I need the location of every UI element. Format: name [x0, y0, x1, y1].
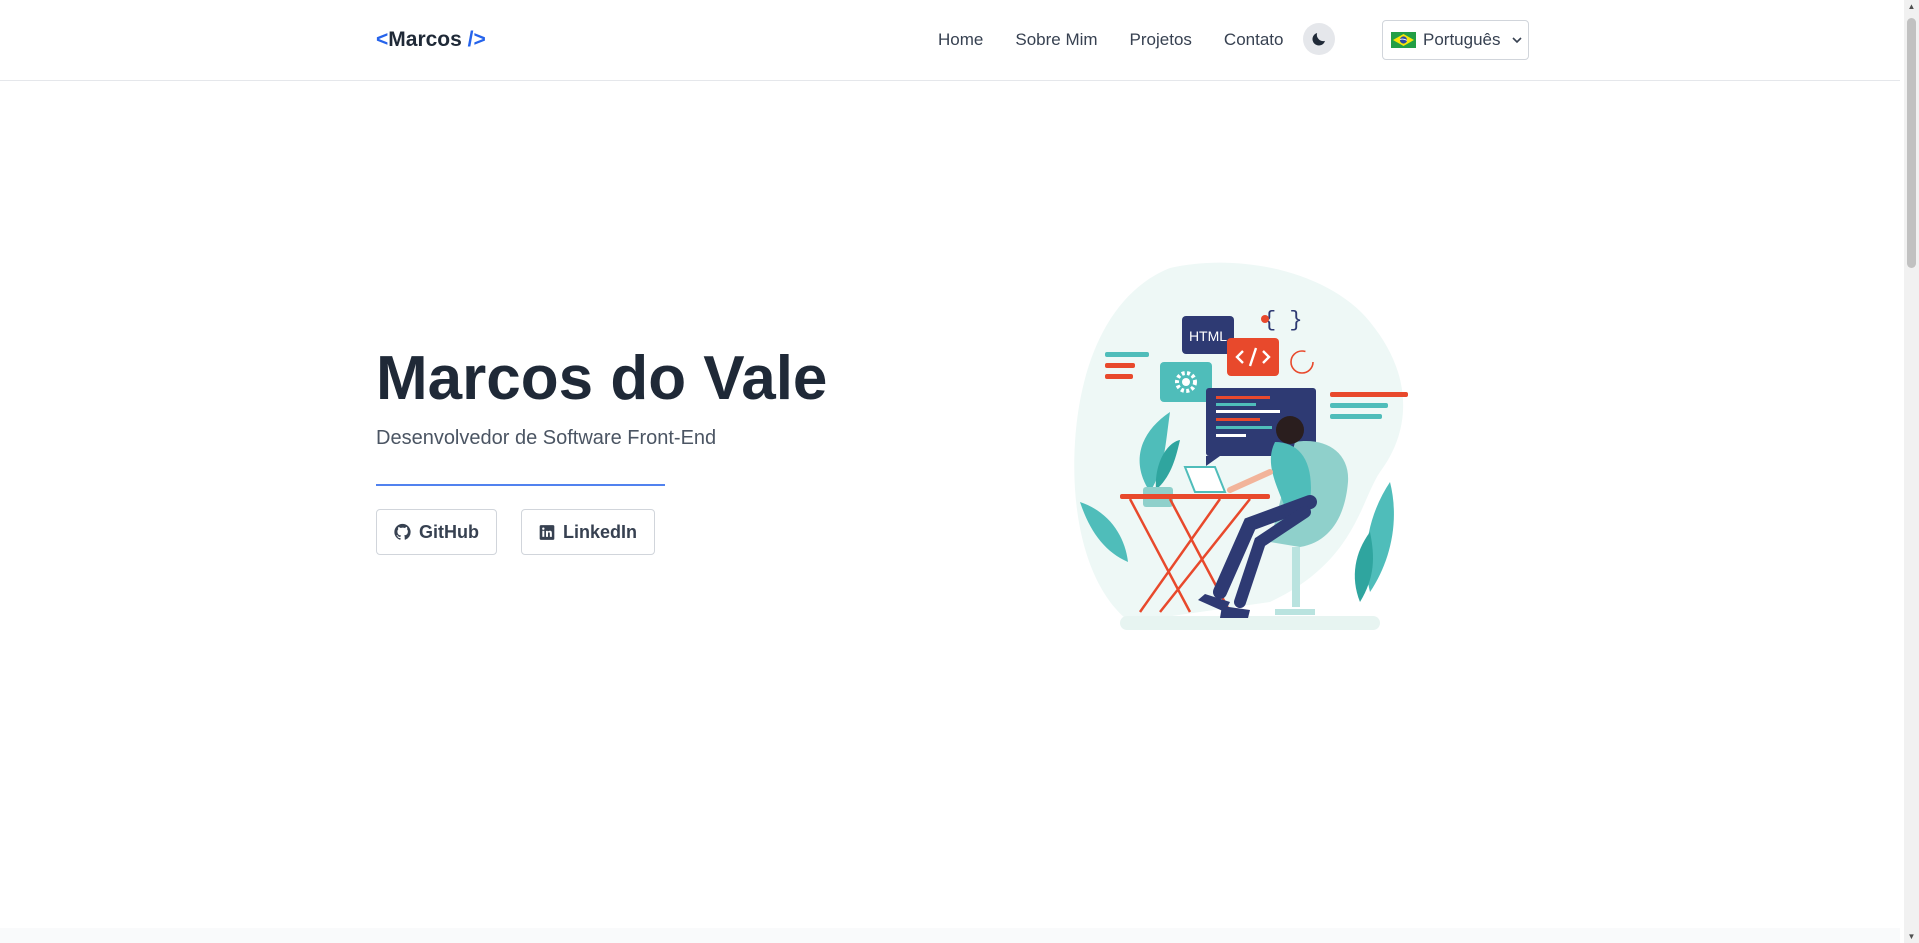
- nav-link-sobre-mim[interactable]: Sobre Mim: [1015, 30, 1097, 50]
- linkedin-icon: [539, 524, 555, 540]
- nav-link-contato[interactable]: Contato: [1224, 30, 1284, 50]
- hero-title: Marcos do Vale: [376, 344, 828, 413]
- page-scrollbar[interactable]: ▲ ▼: [1904, 0, 1919, 943]
- hero-divider: [376, 484, 665, 486]
- html-badge-text: HTML: [1189, 328, 1227, 344]
- language-select[interactable]: Português: [1382, 20, 1529, 60]
- hero-subtitle: Desenvolvedor de Software Front-End: [376, 427, 717, 449]
- site-logo[interactable]: <Marcos />: [376, 28, 486, 52]
- github-button[interactable]: GitHub: [376, 509, 497, 555]
- scroll-down-icon[interactable]: ▼: [1907, 932, 1916, 941]
- logo-close-bracket: />: [461, 28, 486, 51]
- brazil-flag-icon: [1391, 32, 1416, 48]
- moon-icon: [1312, 33, 1325, 46]
- braces-glyph: { }: [1263, 308, 1303, 333]
- language-label: Português: [1423, 30, 1501, 49]
- chevron-down-icon: [1511, 37, 1522, 44]
- github-button-label: GitHub: [419, 521, 479, 542]
- next-section-edge: [0, 928, 1900, 943]
- scroll-up-icon[interactable]: ▲: [1907, 2, 1916, 11]
- linkedin-button[interactable]: LinkedIn: [521, 509, 655, 555]
- linkedin-button-label: LinkedIn: [562, 521, 637, 542]
- scroll-thumb[interactable]: [1907, 18, 1916, 268]
- site-header: <Marcos /> Home Sobre Mim Projetos Conta…: [0, 0, 1900, 81]
- developer-illustration: HTML { }: [1074, 262, 1408, 630]
- theme-toggle-button[interactable]: [1303, 23, 1335, 55]
- nav-link-home[interactable]: Home: [938, 30, 983, 50]
- github-icon: [394, 523, 411, 540]
- main-nav: Home Sobre Mim Projetos Contato: [938, 30, 1315, 50]
- logo-open-bracket: <: [376, 28, 389, 51]
- logo-name: Marcos: [388, 28, 462, 51]
- nav-link-projetos[interactable]: Projetos: [1130, 30, 1192, 50]
